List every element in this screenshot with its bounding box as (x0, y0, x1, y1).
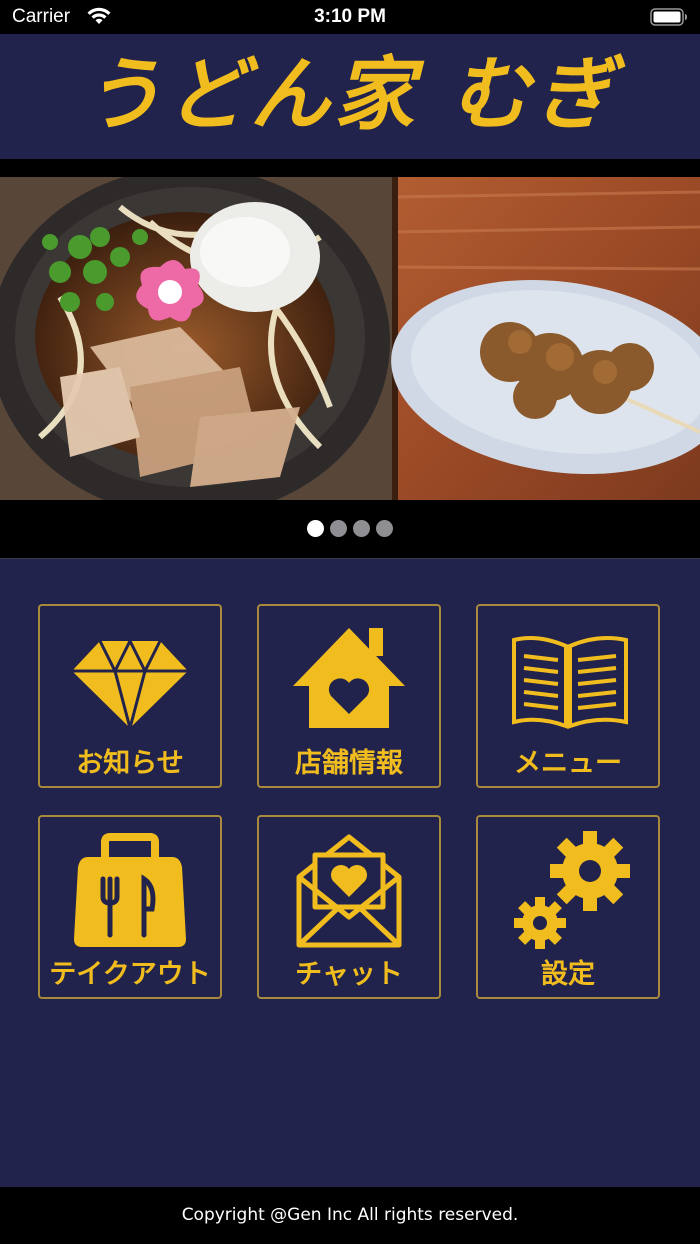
menu-label-menu: メニュー (514, 748, 622, 779)
page-dot-1[interactable] (307, 520, 324, 537)
footer: Copyright @Gen Inc All rights reserved. (0, 1187, 700, 1244)
menu-grid: お知らせ 店舗情報 メニュー テイクアウト チャット 設定 (0, 559, 700, 1187)
menu-tile-store-info[interactable]: 店舗情報 (257, 604, 441, 788)
page-dot-2[interactable] (330, 520, 347, 537)
restaurant-logo: うどん家 むぎ (82, 47, 618, 141)
menu-label-settings: 設定 (541, 959, 595, 990)
page-dot-3[interactable] (353, 520, 370, 537)
menu-label-chat: チャット (295, 959, 403, 990)
menu-label-news: お知らせ (76, 748, 184, 779)
carousel-page-indicator[interactable] (0, 520, 700, 540)
menu-tile-news[interactable]: お知らせ (38, 604, 222, 788)
menu-label-store-info: 店舗情報 (295, 748, 403, 779)
app-header: うどん家 むぎ (0, 34, 700, 159)
carousel-image (0, 177, 700, 500)
menu-tile-menu[interactable]: メニュー (476, 604, 660, 788)
menu-tile-chat[interactable]: チャット (257, 815, 441, 999)
menu-label-takeout: テイクアウト (49, 959, 211, 990)
copyright-text: Copyright @Gen Inc All rights reserved. (181, 1205, 519, 1225)
page-dot-4[interactable] (376, 520, 393, 537)
clock: 3:10 PM (314, 6, 386, 27)
menu-tile-takeout[interactable]: テイクアウト (38, 815, 222, 999)
status-bar: Carrier 3:10 PM (0, 0, 700, 34)
menu-tile-settings[interactable]: 設定 (476, 815, 660, 999)
photo-carousel[interactable] (0, 177, 700, 500)
battery-icon (650, 8, 688, 30)
